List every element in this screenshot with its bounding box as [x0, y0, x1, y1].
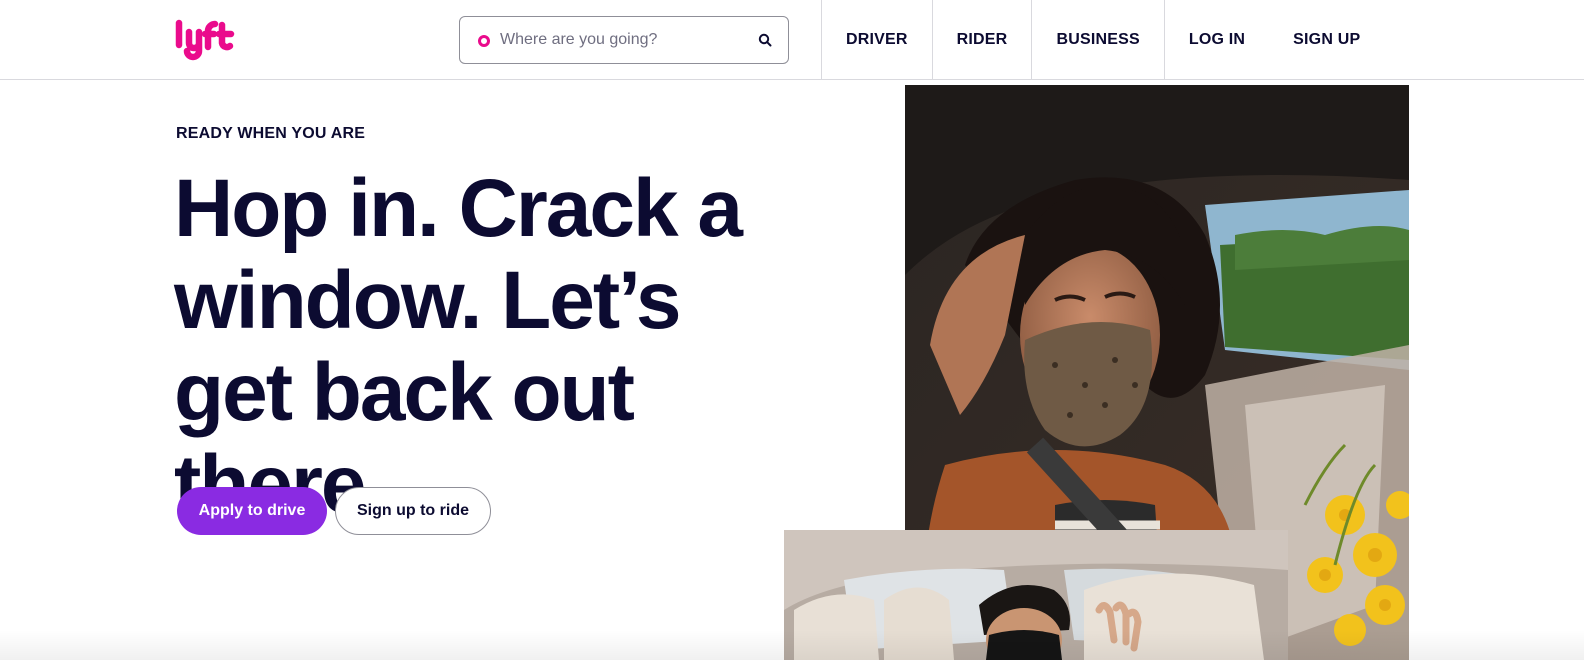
site-header: DRIVER RIDER BUSINESS LOG IN SIGN UP	[0, 0, 1584, 80]
hero-kicker: READY WHEN YOU ARE	[176, 125, 366, 142]
nav-driver[interactable]: DRIVER	[821, 0, 932, 80]
origin-dot-icon	[478, 35, 490, 47]
nav-business[interactable]: BUSINESS	[1031, 0, 1163, 80]
apply-to-drive-button[interactable]: Apply to drive	[177, 487, 327, 535]
search-icon[interactable]	[758, 33, 772, 47]
nav-sign-up[interactable]: SIGN UP	[1269, 0, 1384, 80]
hero-headline: Hop in. Crack a window. Let’s get back o…	[174, 163, 743, 530]
destination-input[interactable]	[500, 27, 745, 53]
lyft-logo-icon[interactable]	[174, 17, 236, 61]
destination-search[interactable]	[459, 16, 789, 64]
nav-log-in[interactable]: LOG IN	[1163, 0, 1269, 80]
nav-rider[interactable]: RIDER	[931, 0, 1032, 80]
sign-up-to-ride-button[interactable]: Sign up to ride	[335, 487, 491, 535]
top-nav: DRIVER RIDER BUSINESS LOG IN SIGN UP	[821, 0, 1384, 80]
hero-photo-driver	[784, 530, 1288, 660]
